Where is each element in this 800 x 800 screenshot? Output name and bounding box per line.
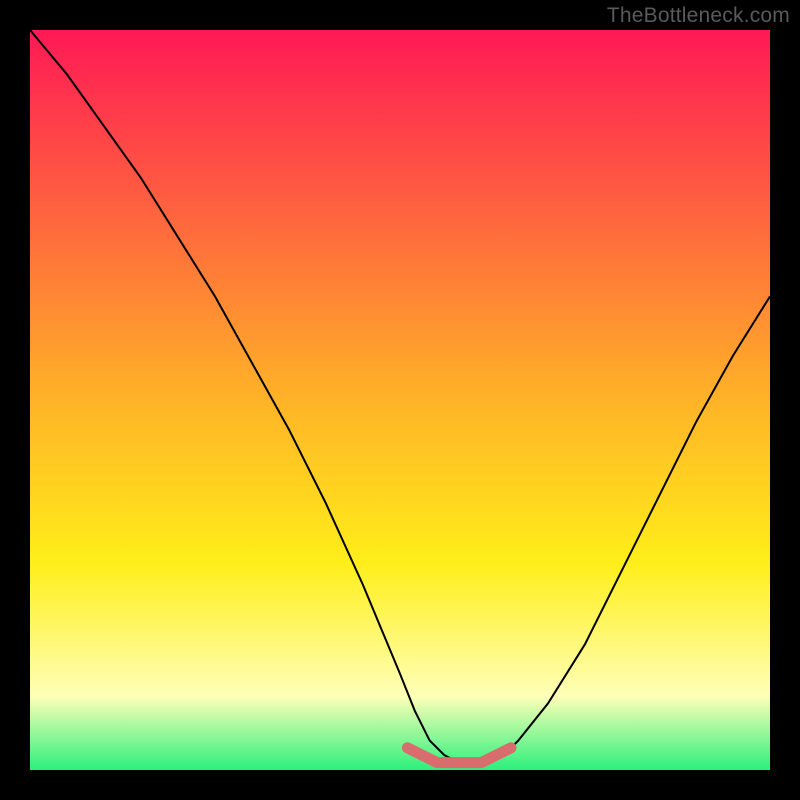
gradient-background [30,30,770,770]
watermark-label: TheBottleneck.com [607,4,790,28]
bottleneck-chart [30,30,770,770]
plot-area [30,30,770,770]
chart-frame: TheBottleneck.com [0,0,800,800]
